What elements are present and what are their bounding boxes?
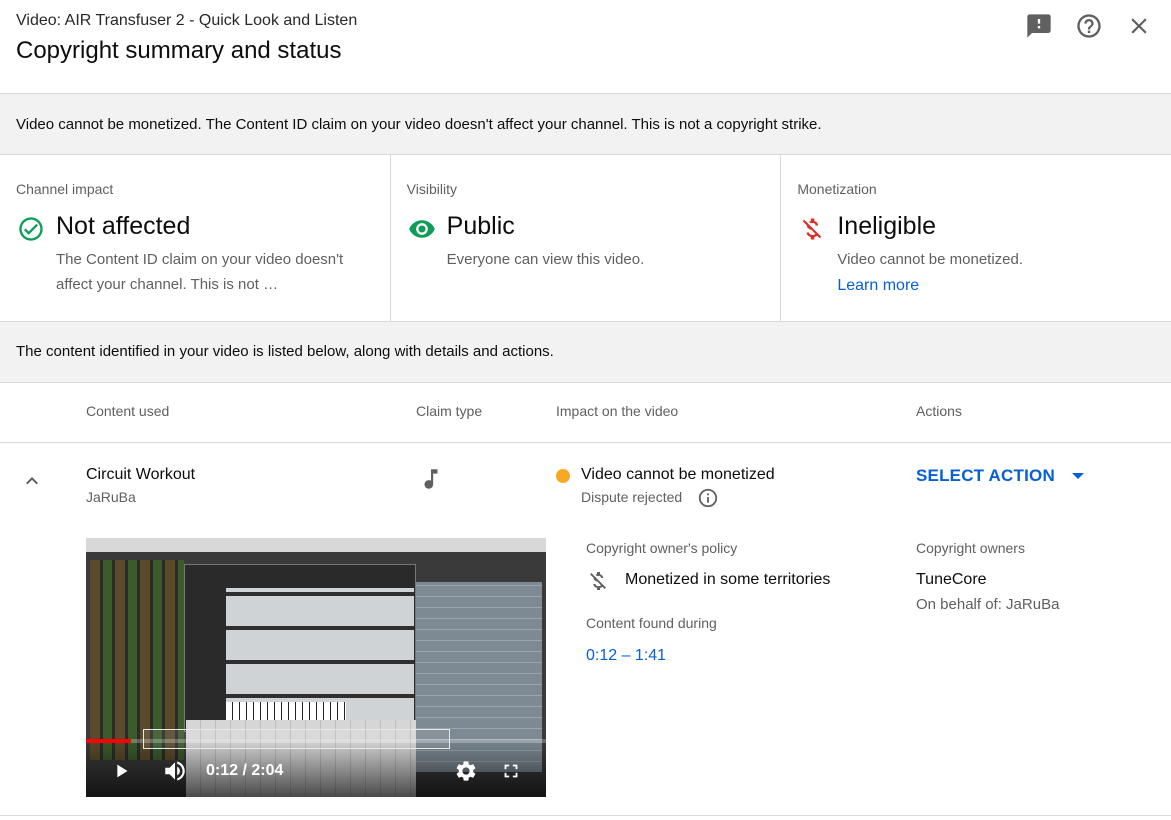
- impact-status-dot: [556, 469, 570, 483]
- visibility-value: Public: [446, 212, 515, 240]
- visibility-card: Visibility Public Everyone can view this…: [391, 155, 782, 322]
- monetization-card: Monetization Ineligible Video cannot be …: [781, 155, 1171, 322]
- content-banner: The content identified in your video is …: [0, 321, 1171, 383]
- video-progress-fill: [86, 739, 131, 743]
- summary-banner-text: Video cannot be monetized. The Content I…: [16, 116, 822, 133]
- settings-gear-icon[interactable]: [454, 759, 478, 788]
- column-content-used: Content used: [86, 403, 170, 419]
- page-title: Copyright summary and status: [16, 37, 342, 64]
- content-banner-text: The content identified in your video is …: [16, 343, 554, 360]
- policy-label: Copyright owner's policy: [586, 540, 738, 556]
- feedback-icon[interactable]: [1023, 10, 1055, 42]
- found-label: Content found during: [586, 615, 717, 631]
- found-range-link[interactable]: 0:12 – 1:41: [586, 647, 666, 665]
- select-action-label: SELECT ACTION: [916, 466, 1055, 485]
- music-note-icon: [418, 465, 444, 493]
- no-money-icon: [797, 214, 827, 244]
- dialog-header: Video: AIR Transfuser 2 - Quick Look and…: [0, 0, 1171, 94]
- header-actions: [1023, 10, 1155, 42]
- summary-banner: Video cannot be monetized. The Content I…: [0, 93, 1171, 155]
- channel-impact-label: Channel impact: [16, 181, 114, 197]
- visibility-label: Visibility: [406, 181, 457, 197]
- select-action-button[interactable]: SELECT ACTION: [916, 466, 1084, 486]
- fullscreen-icon[interactable]: [500, 760, 522, 787]
- check-circle-icon: [16, 214, 46, 244]
- play-icon[interactable]: [110, 760, 132, 787]
- video-progress-track[interactable]: [86, 739, 546, 743]
- video-player[interactable]: 0:12 / 2:04: [86, 538, 546, 797]
- table-header: Content used Claim type Impact on the vi…: [0, 383, 1171, 443]
- column-impact: Impact on the video: [556, 403, 679, 419]
- impact-text: Video cannot be monetized: [581, 466, 775, 483]
- column-actions: Actions: [916, 403, 962, 419]
- chevron-up-icon: [26, 477, 38, 485]
- monetization-description: Video cannot be monetized.: [837, 251, 1024, 268]
- monetization-label: Monetization: [797, 181, 877, 197]
- close-icon[interactable]: [1123, 10, 1155, 42]
- channel-impact-card: Channel impact Not affected The Content …: [0, 155, 391, 322]
- dispute-status: Dispute rejected: [581, 489, 683, 505]
- table-row: Circuit Workout JaRuBa Video cannot be m…: [0, 443, 1171, 816]
- owners-label: Copyright owners: [916, 540, 1025, 556]
- eye-icon: [407, 214, 437, 244]
- policy-text: Monetized in some territories: [625, 571, 831, 588]
- no-money-icon: [586, 569, 610, 593]
- help-icon[interactable]: [1073, 10, 1105, 42]
- content-artist: JaRuBa: [86, 489, 136, 505]
- learn-more-link[interactable]: Learn more: [837, 277, 919, 295]
- channel-impact-value: Not affected: [56, 212, 191, 240]
- visibility-description: Everyone can view this video.: [446, 251, 645, 268]
- volume-icon[interactable]: [162, 758, 188, 789]
- owner-on-behalf: On behalf of: JaRuBa: [916, 596, 1060, 613]
- video-time: 0:12 / 2:04: [206, 762, 284, 779]
- status-cards: Channel impact Not affected The Content …: [0, 155, 1171, 322]
- monetization-value: Ineligible: [837, 212, 937, 240]
- column-claim-type: Claim type: [416, 403, 483, 419]
- info-icon[interactable]: [697, 487, 719, 509]
- video-title: Video: AIR Transfuser 2 - Quick Look and…: [16, 12, 358, 29]
- video-frame-keyboard: [226, 702, 346, 720]
- caret-down-icon: [1071, 473, 1084, 479]
- channel-impact-description: The Content ID claim on your video doesn…: [56, 251, 344, 293]
- owner-name: TuneCore: [916, 571, 987, 588]
- collapse-row-button[interactable]: [18, 467, 46, 495]
- content-name: Circuit Workout: [86, 466, 196, 483]
- video-frame-titlebar: [86, 538, 546, 552]
